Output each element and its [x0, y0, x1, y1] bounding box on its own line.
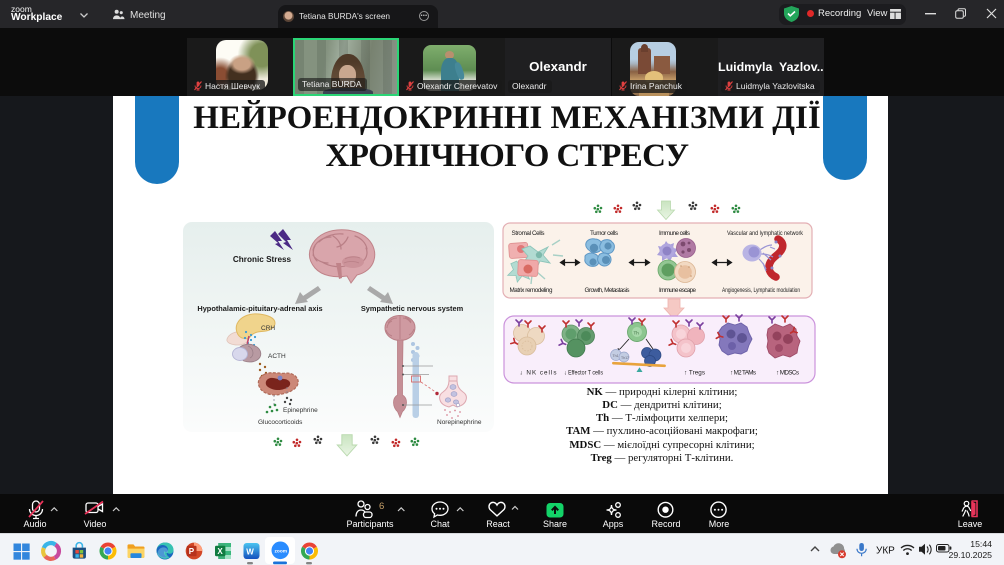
svg-text:Stromal Cells: Stromal Cells	[512, 230, 545, 237]
svg-text:↓ Effector T cells: ↓ Effector T cells	[564, 370, 603, 377]
svg-text:W: W	[246, 548, 254, 557]
svg-text:CRH: CRH	[261, 325, 275, 332]
svg-text:↓ NK cells: ↓ NK cells	[520, 370, 557, 377]
svg-text:Immune escape: Immune escape	[659, 287, 696, 294]
svg-text:Th17: Th17	[621, 356, 629, 360]
svg-text:Angiogenesis, Lymphatic modula: Angiogenesis, Lymphatic modulation	[722, 287, 800, 294]
svg-text:Hypothalamic-pituitary-adrenal: Hypothalamic-pituitary-adrenal axis	[197, 304, 322, 313]
svg-text:Th: Th	[634, 331, 640, 336]
svg-text:X: X	[217, 547, 223, 556]
svg-text:Tumor cells: Tumor cells	[590, 230, 618, 237]
svg-text:↑ Tregs: ↑ Tregs	[684, 370, 705, 377]
svg-text:Matrix remodeling: Matrix remodeling	[510, 287, 553, 294]
svg-text:Growth, Metastasis: Growth, Metastasis	[585, 287, 630, 294]
svg-text:Glucocorticoids: Glucocorticoids	[258, 419, 303, 426]
svg-text:Immune cells: Immune cells	[659, 230, 690, 237]
svg-text:Epinephrine: Epinephrine	[283, 407, 318, 414]
svg-text:6: 6	[379, 501, 384, 512]
svg-text:zoom: zoom	[275, 549, 288, 554]
svg-text:Sympathetic nervous system: Sympathetic nervous system	[361, 304, 464, 313]
svg-text:↑ M2 TAMs: ↑ M2 TAMs	[730, 370, 756, 377]
svg-text:Chronic Stress: Chronic Stress	[233, 255, 292, 264]
svg-text:P: P	[189, 547, 195, 556]
svg-text:УКР: УКР	[876, 546, 895, 557]
svg-text:Th1: Th1	[613, 354, 619, 358]
svg-text:ACTH: ACTH	[268, 353, 286, 360]
svg-text:Vascular and lymphatic network: Vascular and lymphatic network	[727, 230, 804, 237]
svg-text:Norepinephrine: Norepinephrine	[437, 419, 482, 426]
svg-text:↑ MDSCs: ↑ MDSCs	[776, 370, 799, 377]
